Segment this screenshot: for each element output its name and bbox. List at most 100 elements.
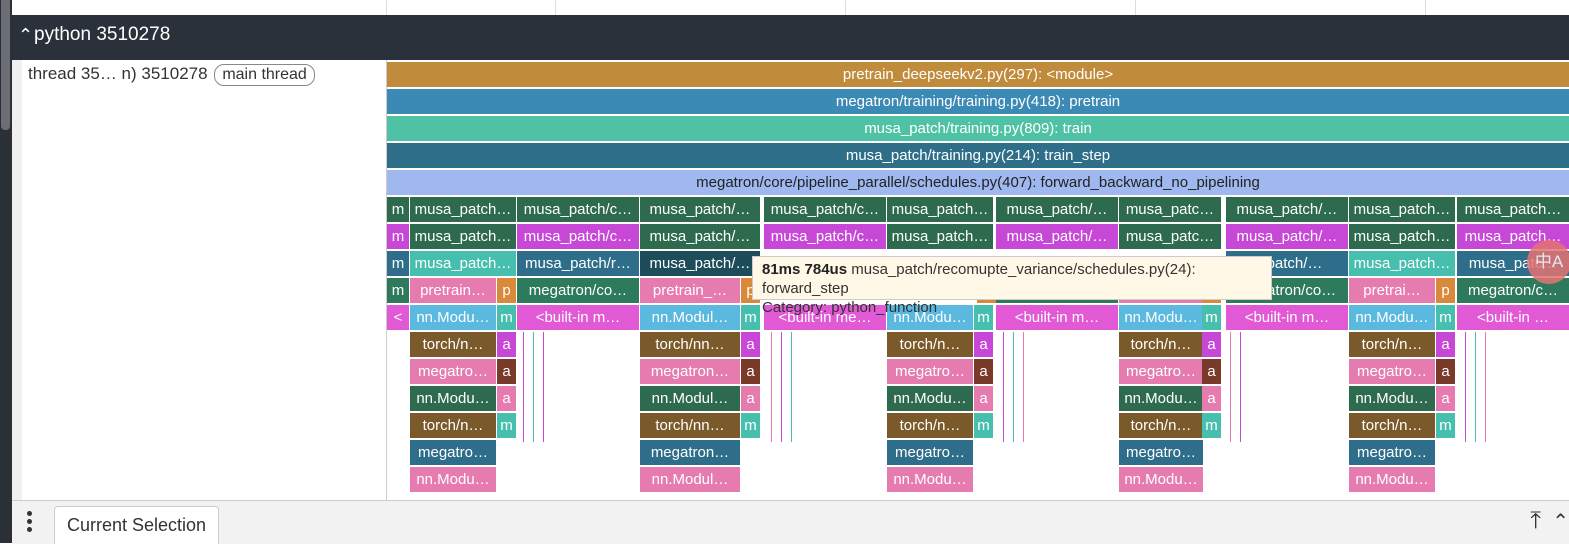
flame-slice[interactable]: megatro… (887, 440, 973, 465)
flame-slice[interactable]: musa_patch… (410, 197, 516, 222)
flame-slice[interactable]: a (1202, 386, 1221, 411)
flame-slice[interactable]: nn.Modu… (1119, 386, 1203, 411)
thread-track-label[interactable]: thread 35… n) 3510278 main thread (12, 60, 387, 500)
flame-slice[interactable]: nn.Modul… (640, 467, 740, 492)
flame-slice[interactable]: a (497, 359, 516, 384)
flame-slice[interactable]: megatron/co… (517, 278, 639, 303)
flame-slice[interactable]: musa_patch/… (996, 224, 1118, 249)
flame-slice[interactable]: m (497, 305, 516, 330)
flame-slice[interactable]: a (741, 386, 760, 411)
translate-badge-icon[interactable]: 中A (1527, 240, 1569, 284)
flame-slice[interactable]: torch/n… (410, 332, 496, 357)
flame-slice[interactable]: musa_patch/… (1226, 197, 1348, 222)
flame-slice[interactable]: musa_patch/c… (764, 224, 886, 249)
flame-slice[interactable]: m (974, 413, 993, 438)
flame-slice[interactable]: musa_patch… (1349, 197, 1455, 222)
flame-slice[interactable]: nn.Modu… (1349, 305, 1435, 330)
slice-forward-backward[interactable]: megatron/core/pipeline_parallel/schedule… (387, 170, 1569, 195)
flame-slice[interactable]: megatro… (410, 359, 496, 384)
flame-slice[interactable]: nn.Modu… (410, 386, 496, 411)
flame-slice[interactable]: a (1202, 332, 1221, 357)
flame-slice[interactable]: a (974, 332, 993, 357)
flame-slice[interactable]: nn.Modul… (640, 305, 740, 330)
flame-slice[interactable]: megatron… (640, 440, 740, 465)
flame-slice[interactable]: torch/n… (887, 332, 973, 357)
flame-slice[interactable]: a (497, 332, 516, 357)
flame-slice[interactable]: m (1436, 413, 1455, 438)
more-options-icon[interactable] (24, 509, 34, 535)
flame-slice[interactable]: musa_patch/c… (517, 224, 639, 249)
flame-slice[interactable]: musa_patch/r… (517, 251, 639, 276)
flame-slice[interactable]: pretrain_… (640, 278, 740, 303)
flame-slice[interactable]: megatro… (1349, 359, 1435, 384)
scroll-to-top-icon[interactable]: ⤒ (1530, 507, 1541, 535)
chevron-up-icon[interactable]: ⌃ (1552, 509, 1569, 534)
flame-slice[interactable]: musa_patc… (1119, 197, 1221, 222)
flame-slice[interactable]: musa_patch… (410, 224, 516, 249)
flame-slice[interactable]: musa_patch… (1349, 251, 1455, 276)
flame-slice[interactable]: torch/n… (1349, 332, 1435, 357)
flame-slice[interactable]: musa_patc… (1119, 224, 1221, 249)
flame-slice[interactable]: musa_patch/… (1226, 224, 1348, 249)
flame-slice[interactable]: a (1202, 359, 1221, 384)
flame-slice[interactable]: m (1202, 413, 1221, 438)
flame-slice[interactable]: torch/n… (887, 413, 973, 438)
flame-slice[interactable]: m (387, 251, 409, 276)
flame-slice[interactable]: musa_patch/c… (517, 197, 639, 222)
flame-slice[interactable]: torch/n… (1119, 413, 1203, 438)
flame-slice[interactable]: m (1436, 305, 1455, 330)
flame-slice[interactable]: nn.Modu… (1119, 467, 1203, 492)
flame-slice[interactable]: nn.Modu… (1349, 467, 1435, 492)
process-track-header[interactable]: ⌃ python 3510278 (12, 15, 1569, 60)
flame-slice[interactable]: nn.Modu… (410, 305, 496, 330)
flame-slice[interactable]: p (1436, 278, 1455, 303)
flame-slice[interactable]: a (1436, 359, 1455, 384)
chevron-up-icon[interactable]: ⌃ (18, 26, 33, 44)
flame-slice[interactable]: megatro… (1349, 440, 1435, 465)
flame-slice[interactable]: torch/nn… (640, 332, 740, 357)
flame-slice[interactable]: megatro… (887, 359, 973, 384)
flame-slice[interactable]: musa_patch… (1349, 224, 1455, 249)
flame-slice[interactable]: musa_patch/… (640, 224, 760, 249)
flame-slice[interactable]: torch/n… (1349, 413, 1435, 438)
flame-slice[interactable]: < (387, 305, 409, 330)
flame-slice[interactable]: pretrain… (410, 278, 496, 303)
flame-slice[interactable]: megatro… (1119, 440, 1203, 465)
flame-slice[interactable]: nn.Modu… (410, 467, 496, 492)
slice-pretrain[interactable]: megatron/training/training.py(418): pret… (387, 89, 1569, 114)
flame-slice[interactable]: a (1436, 386, 1455, 411)
tab-current-selection[interactable]: Current Selection (54, 506, 220, 544)
flame-slice[interactable]: musa_patch… (887, 197, 993, 222)
flame-slice[interactable]: musa_patch/… (640, 197, 760, 222)
flame-slice[interactable]: torch/nn… (640, 413, 740, 438)
flame-slice[interactable]: musa_patch/… (640, 251, 760, 276)
flame-slice[interactable]: m (387, 224, 409, 249)
flame-slice[interactable]: a (1436, 332, 1455, 357)
flame-slice[interactable]: nn.Modul… (640, 386, 740, 411)
flame-slice[interactable]: musa_patch… (887, 224, 993, 249)
slice-train-step[interactable]: musa_patch/training.py(214): train_step (387, 143, 1569, 168)
flame-slice[interactable]: musa_patch… (410, 251, 516, 276)
flame-slice[interactable]: <built-in … (1457, 305, 1569, 330)
flame-slice[interactable]: p (497, 278, 516, 303)
slice-train[interactable]: musa_patch/training.py(809): train (387, 116, 1569, 141)
flame-slice[interactable]: musa_patch… (1457, 197, 1569, 222)
scrollbar-thumb[interactable] (1, 0, 10, 130)
flame-slice[interactable]: torch/n… (1119, 332, 1203, 357)
flame-slice[interactable]: musa_patch/… (996, 197, 1118, 222)
flame-slice[interactable]: nn.Modu… (887, 386, 973, 411)
flame-slice[interactable]: megatro… (1119, 359, 1203, 384)
flame-slice[interactable]: a (741, 359, 760, 384)
flame-slice[interactable]: pretrai… (1349, 278, 1435, 303)
flame-slice[interactable]: musa_patch/c… (764, 197, 886, 222)
flame-slice[interactable]: a (741, 332, 760, 357)
flame-slice[interactable]: megatro… (410, 440, 496, 465)
flame-slice[interactable]: a (974, 386, 993, 411)
flame-slice[interactable]: m (387, 197, 409, 222)
flame-slice[interactable]: a (497, 386, 516, 411)
flame-slice[interactable]: nn.Modu… (887, 467, 973, 492)
flame-slice[interactable]: torch/n… (410, 413, 496, 438)
flame-slice[interactable]: m (497, 413, 516, 438)
flame-slice[interactable]: m (741, 305, 760, 330)
flame-slice[interactable]: m (741, 413, 760, 438)
